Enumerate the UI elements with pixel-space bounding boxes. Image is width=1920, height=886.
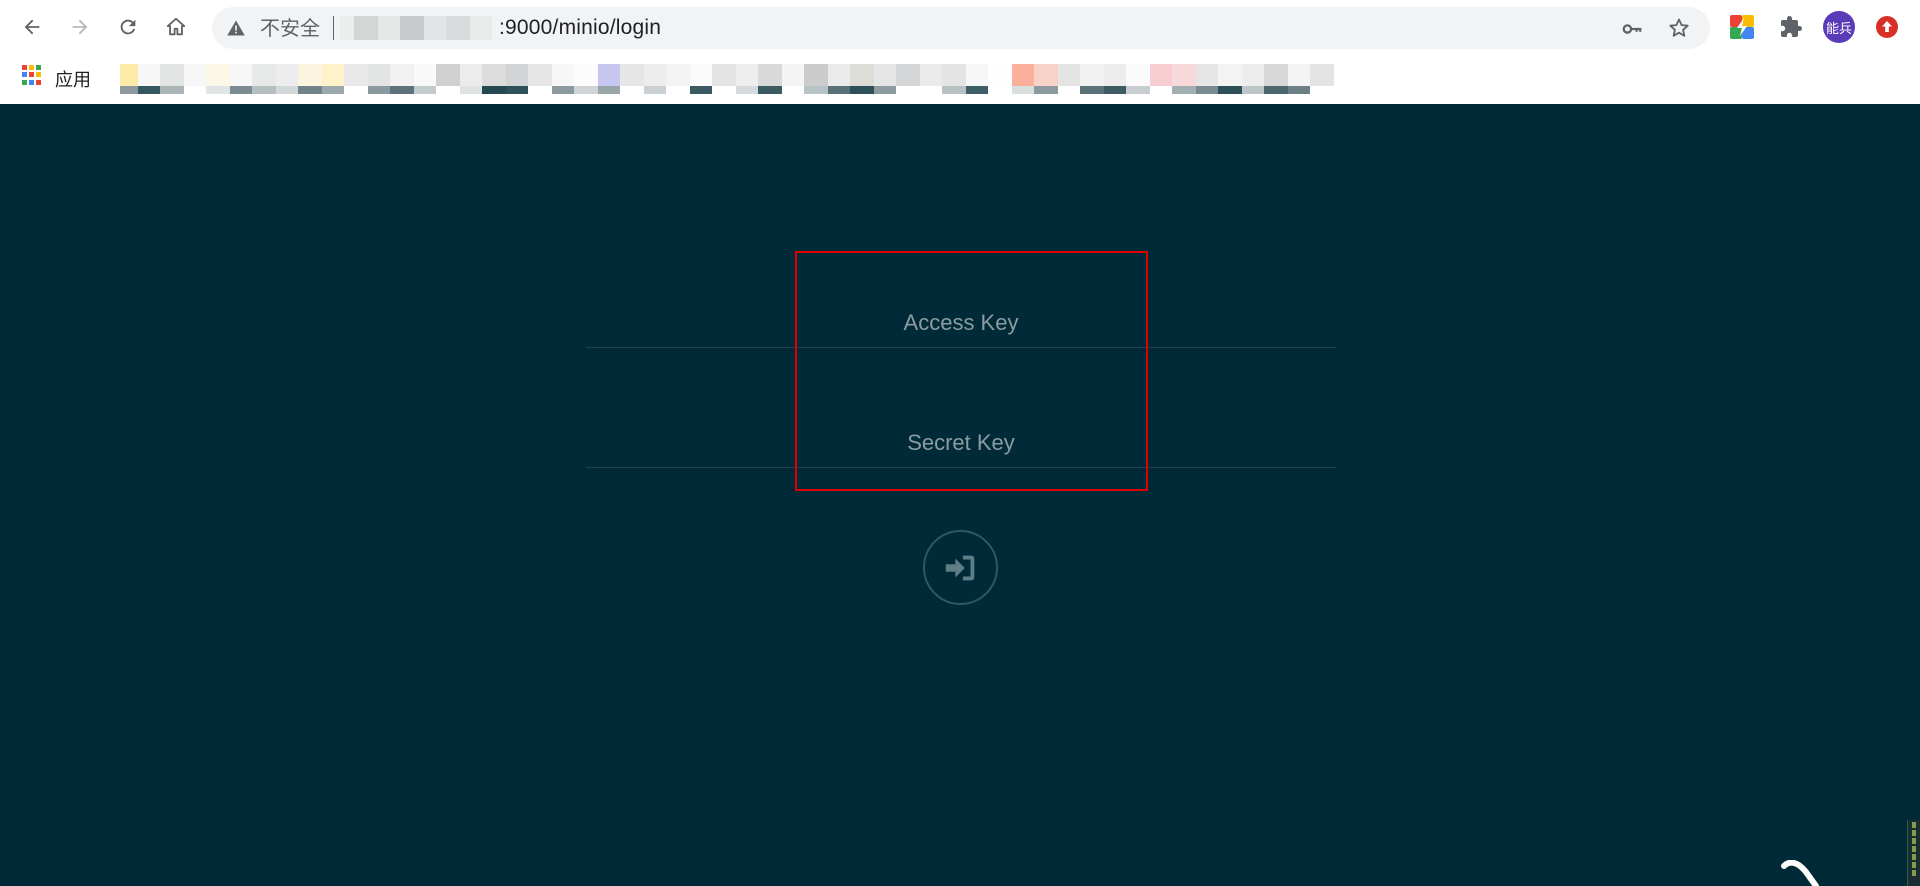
key-icon[interactable] [1621, 18, 1643, 40]
login-page [0, 104, 1920, 886]
sign-in-icon [945, 555, 974, 580]
lightning-extension-icon [1730, 15, 1754, 39]
reload-icon [120, 19, 136, 35]
update-arrow-icon [1876, 16, 1898, 38]
bookmarks-bar: 应用 [0, 56, 1920, 104]
address-bar[interactable]: 不安全 :9000/minio/login [212, 7, 1710, 49]
back-arrow-icon [24, 19, 40, 35]
home-icon [166, 17, 186, 36]
puzzle-icon [1781, 16, 1802, 37]
redacted-host [340, 16, 492, 40]
access-key-input[interactable] [586, 268, 1336, 347]
star-icon[interactable] [1667, 16, 1691, 40]
extension-colorful-button[interactable] [1727, 12, 1757, 42]
redacted-bookmarks[interactable] [120, 64, 1450, 98]
url-text[interactable]: :9000/minio/login [499, 17, 661, 38]
home-button[interactable] [159, 10, 193, 44]
divider [333, 16, 334, 40]
reload-button[interactable] [111, 10, 145, 44]
browser-toolbar: 不安全 :9000/minio/login 能兵 [0, 0, 1920, 55]
browser-chrome: 不安全 :9000/minio/login 能兵 应用 [0, 0, 1920, 104]
volume-meter [1907, 820, 1920, 886]
forward-arrow-icon [72, 19, 88, 35]
secret-key-field[interactable] [586, 388, 1336, 468]
bookmark-apps[interactable]: 应用 [55, 66, 91, 92]
apps-grid-icon[interactable] [22, 65, 42, 85]
extensions-button[interactable] [1776, 12, 1806, 42]
secret-key-input[interactable] [586, 388, 1336, 467]
security-status-label[interactable]: 不安全 [260, 18, 320, 38]
back-button[interactable] [15, 10, 49, 44]
access-key-field[interactable] [586, 268, 1336, 348]
update-button[interactable] [1872, 12, 1902, 42]
warning-triangle-icon[interactable] [226, 18, 246, 38]
paperclip-icon [1781, 860, 1819, 886]
login-submit-button[interactable] [923, 530, 998, 605]
forward-button[interactable] [63, 10, 97, 44]
profile-avatar[interactable]: 能兵 [1823, 11, 1855, 43]
